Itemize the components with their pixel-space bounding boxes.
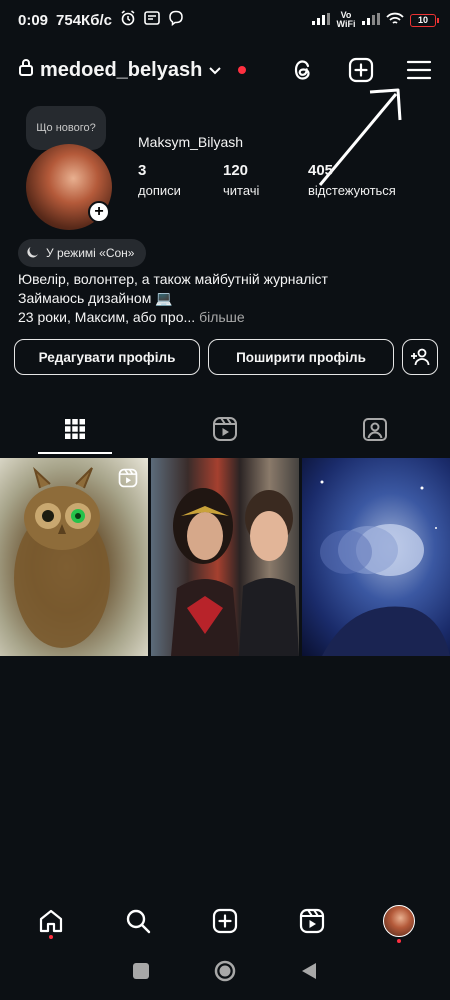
post-thumbnail-1[interactable] <box>0 458 148 656</box>
nav-search[interactable] <box>118 901 158 941</box>
plus-square-icon <box>212 908 238 934</box>
tab-posts[interactable] <box>0 404 150 454</box>
status-bar: 0:09 754Кб/с Vo WiFi 10 <box>0 0 450 40</box>
bio-line-1: Ювелір, волонтер, а також майбутній журн… <box>18 271 328 287</box>
nav-reels[interactable] <box>292 901 332 941</box>
posts-grid <box>0 458 450 656</box>
wifi-icon <box>386 12 404 29</box>
battery-level: 10 <box>417 15 428 25</box>
tab-tagged[interactable] <box>300 404 450 454</box>
back-triangle-icon <box>302 962 316 979</box>
edit-profile-button[interactable]: Редагувати профіль <box>14 339 200 375</box>
stat-posts-value: 3 <box>138 162 147 179</box>
signal-icon-2 <box>362 12 380 28</box>
stat-followers-value: 120 <box>223 162 249 179</box>
full-name: Maksym_Bilyash <box>138 134 244 150</box>
search-icon <box>126 909 151 934</box>
bio-line-2: Займаюсь дизайном 💻 <box>18 290 173 306</box>
lock-icon <box>18 58 34 82</box>
tagged-person-icon <box>363 418 387 441</box>
recents-button[interactable] <box>132 962 150 985</box>
home-icon <box>40 909 63 933</box>
alarm-icon <box>120 10 136 30</box>
nav-home[interactable] <box>31 901 71 941</box>
stat-following[interactable]: 405 відстежуються <box>308 162 428 198</box>
account-switcher[interactable]: medoed_belyash <box>18 58 247 82</box>
home-system-button[interactable] <box>214 960 236 987</box>
news-icon <box>144 11 160 29</box>
square-icon <box>133 962 149 979</box>
battery-icon: 10 <box>410 13 439 27</box>
stat-posts[interactable]: 3 дописи <box>138 162 223 198</box>
add-story-button[interactable]: + <box>88 201 110 223</box>
reels-icon <box>299 908 324 934</box>
reel-badge-icon <box>118 468 138 493</box>
notification-dot <box>238 66 247 74</box>
system-navigation <box>0 950 450 996</box>
profile-avatar-small <box>382 905 415 937</box>
stat-following-value: 405 <box>308 162 334 179</box>
stat-following-label: відстежуються <box>308 183 396 198</box>
hamburger-icon <box>406 60 432 80</box>
nav-profile[interactable] <box>379 901 419 943</box>
space-portrait-image <box>320 480 450 656</box>
add-person-icon <box>411 348 430 366</box>
back-button[interactable] <box>300 962 318 985</box>
share-profile-button[interactable]: Поширити профіль <box>208 339 394 375</box>
status-time: 0:09 <box>18 11 49 29</box>
discover-people-button[interactable] <box>402 339 438 375</box>
profile-notification-dot <box>396 939 401 943</box>
carrier-label: Vo WiFi <box>336 10 356 29</box>
grid-icon <box>65 419 85 439</box>
circle-icon <box>214 960 236 981</box>
stat-followers[interactable]: 120 читачі <box>223 162 308 198</box>
moon-icon <box>26 245 40 262</box>
profile-actions: Редагувати профіль Поширити профіль <box>14 339 438 375</box>
bio-line-3: 23 роки, Максим, або про... <box>18 309 196 325</box>
chevron-down-icon <box>208 59 222 82</box>
stat-posts-label: дописи <box>138 183 181 198</box>
stat-followers-label: читачі <box>223 183 260 198</box>
bio-more-link[interactable]: більше <box>195 309 245 325</box>
home-notification-dot <box>49 935 54 939</box>
signal-icon <box>312 12 330 28</box>
content-tabs <box>0 404 450 454</box>
post-thumbnail-3[interactable] <box>302 458 450 656</box>
sleep-mode-label: У режимі «Сон» <box>46 246 135 260</box>
viber-icon <box>168 10 184 30</box>
username: medoed_belyash <box>40 58 203 81</box>
sleep-mode-badge[interactable]: У режимі «Сон» <box>18 239 147 267</box>
reels-icon <box>213 417 237 441</box>
profile-stats: 3 дописи 120 читачі 405 відстежуються <box>138 162 428 198</box>
status-speed: 754Кб/с <box>56 11 112 29</box>
profile-bio: Ювелір, волонтер, а також майбутній журн… <box>18 270 328 327</box>
bottom-navigation <box>0 895 450 947</box>
post-thumbnail-2[interactable] <box>151 458 299 656</box>
tab-reels[interactable] <box>150 404 300 454</box>
two-people-image <box>171 488 299 656</box>
nav-create[interactable] <box>205 901 245 941</box>
